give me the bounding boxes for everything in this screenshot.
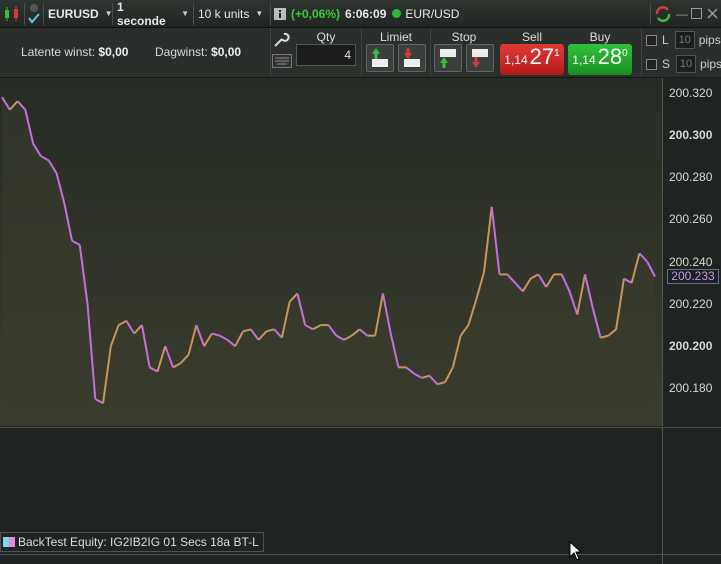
limit-pips-input[interactable]: 10 <box>674 31 695 49</box>
limit-pips-checkbox[interactable] <box>646 34 657 46</box>
stop-sell-button[interactable] <box>466 44 494 72</box>
sell-label: Sell <box>521 30 542 44</box>
y-tick-label: 200.240 <box>669 254 713 269</box>
stop-pips-checkbox[interactable] <box>646 58 657 70</box>
info-icon[interactable] <box>271 0 289 28</box>
sell-price-pip: 1 <box>554 48 560 59</box>
stop-pips-label: S <box>662 57 671 71</box>
y-tick-label: 200.180 <box>669 381 713 396</box>
stop-pips-input[interactable]: 10 <box>676 55 697 73</box>
divider <box>361 28 362 76</box>
symbol-selector[interactable]: EURUSD ▼ <box>44 0 113 28</box>
buy-label: Buy <box>589 30 611 44</box>
units-selector[interactable]: 10 k units ▼ <box>194 0 270 28</box>
latent-profit-value: $0,00 <box>98 45 129 59</box>
legend-swatch <box>3 537 15 547</box>
qty-label: Qty <box>316 30 336 44</box>
maximize-icon[interactable] <box>689 0 705 28</box>
buy-price-prefix: 1,14 <box>572 53 596 67</box>
instrument-name: EUR/USD <box>405 6 460 21</box>
timeframe-selector[interactable]: 1 seconde ▼ <box>113 0 193 28</box>
divider <box>641 28 642 76</box>
clock-time: 6:06:09 <box>345 6 387 21</box>
sell-price-main: 27 <box>529 44 555 69</box>
y-tick-label: 200.200 <box>669 339 713 354</box>
y-tick-label: 200.300 <box>669 128 713 143</box>
y-tick-label: 200.260 <box>669 212 713 227</box>
buy-price-pip: 0 <box>622 48 628 59</box>
close-icon[interactable] <box>705 0 721 28</box>
day-profit: Dagwinst: $0,00 <box>155 45 241 59</box>
wrench-icon[interactable] <box>272 31 292 49</box>
sell-button[interactable]: 1,14 27 1 <box>500 44 564 75</box>
settings-icon[interactable] <box>25 0 43 28</box>
price-axis[interactable]: 200.233 200.320 200.300 200.280 200.260 200.… <box>662 78 721 426</box>
order-bar: Latente winst: $0,00 Dagwinst: $0,00 Qty… <box>0 28 721 78</box>
stop-label: Stop <box>451 30 477 44</box>
current-price-label: 200.233 <box>667 269 719 284</box>
y-tick-label: 200.220 <box>669 296 713 311</box>
mouse-cursor-icon <box>569 541 583 561</box>
divider <box>0 554 721 555</box>
limit-buy-button[interactable] <box>366 44 394 72</box>
chevron-down-icon: ▼ <box>181 9 189 18</box>
y-tick-label: 200.280 <box>669 170 713 185</box>
price-chart[interactable] <box>0 78 662 426</box>
day-profit-value: $0,00 <box>211 45 242 59</box>
sell-price-prefix: 1,14 <box>504 53 528 67</box>
units-label: 10 k units <box>198 6 250 21</box>
indicator-axis <box>662 427 721 564</box>
y-tick-label: 200.320 <box>669 85 713 100</box>
buy-button[interactable]: 1,14 28 0 <box>568 44 632 75</box>
minimize-icon[interactable]: — <box>675 0 689 28</box>
price-change-info: (+0,06%) 6:06:09 EUR/USD <box>289 0 461 28</box>
divider <box>430 28 431 76</box>
chevron-down-icon: ▼ <box>255 9 264 18</box>
symbol-label: EURUSD <box>48 6 99 21</box>
indicator-legend[interactable]: BackTest Equity: IG2IB2IG 01 Secs 18a BT… <box>0 532 264 552</box>
timeframe-label: 1 seconde <box>117 0 166 28</box>
limit-pips-unit: pips <box>698 33 721 47</box>
latent-profit: Latente winst: $0,00 <box>21 45 128 59</box>
day-profit-label: Dagwinst: <box>155 45 208 59</box>
price-change: (+0,06%) <box>291 6 341 21</box>
stop-pips-unit: pips <box>700 57 721 71</box>
refresh-icon[interactable] <box>651 0 675 28</box>
keyboard-icon[interactable] <box>272 54 292 71</box>
buy-price-main: 28 <box>597 44 623 69</box>
limit-pips-option: L 10 pips <box>646 31 721 49</box>
divider <box>270 28 271 76</box>
stop-buy-button[interactable] <box>434 44 462 72</box>
limit-sell-button[interactable] <box>398 44 426 72</box>
latent-profit-label: Latente winst: <box>21 45 96 59</box>
top-toolbar: EURUSD ▼ 1 seconde ▼ 10 k units ▼ (+0,06… <box>0 0 721 28</box>
limit-pips-label: L <box>662 33 669 47</box>
stop-pips-option: S 10 pips <box>646 55 721 73</box>
qty-input[interactable]: 4 <box>296 44 356 66</box>
limit-label: Limiet <box>379 30 412 44</box>
legend-label: BackTest Equity: IG2IB2IG 01 Secs 18a BT… <box>18 535 259 549</box>
market-open-indicator <box>392 9 402 18</box>
candlestick-chart-icon[interactable] <box>0 0 24 28</box>
